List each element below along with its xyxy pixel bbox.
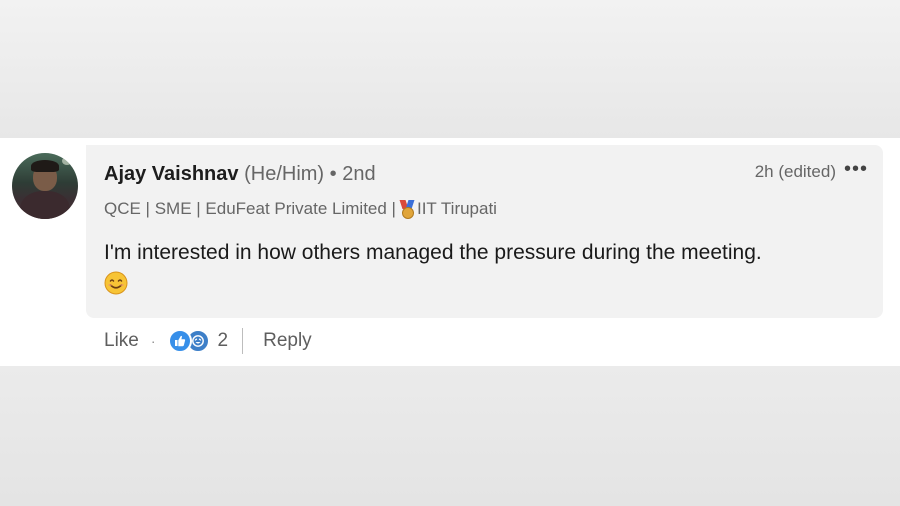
reaction-count: 2 <box>217 330 229 351</box>
author-line: Ajay Vaishnav (He/Him) • 2nd <box>104 163 376 186</box>
avatar-background-light <box>62 157 72 165</box>
more-options-icon[interactable]: ••• <box>844 159 868 179</box>
reactions-summary[interactable]: 2 <box>167 329 229 353</box>
background-bottom <box>0 366 900 506</box>
comment-timestamp: 2h (edited) <box>754 162 836 181</box>
connection-degree: • 2nd <box>329 163 376 185</box>
smiling-face-icon <box>104 271 128 295</box>
headline-text: QCE | SME | EduFeat Private Limited | <box>104 199 396 218</box>
avatar-body <box>20 191 70 219</box>
like-reaction-icon <box>167 329 192 353</box>
background-top <box>0 0 900 138</box>
like-button[interactable]: Like <box>104 330 139 352</box>
action-separator: · <box>150 333 156 349</box>
author-avatar[interactable] <box>12 153 78 219</box>
comment-text: I'm interested in how others managed the… <box>104 241 762 264</box>
comment-actions: Like · 2 Reply <box>104 328 312 354</box>
headline-institution: IIT Tirupati <box>416 199 497 218</box>
medal-icon <box>399 200 415 219</box>
author-pronouns: (He/Him) <box>244 163 325 185</box>
author-name[interactable]: Ajay Vaishnav <box>104 163 239 185</box>
action-divider <box>242 328 244 354</box>
reply-button[interactable]: Reply <box>263 330 312 352</box>
author-headline: QCE | SME | EduFeat Private Limited | II… <box>104 199 497 219</box>
comment-body: I'm interested in how others managed the… <box>104 237 864 295</box>
comment-meta: 2h (edited) ••• <box>754 159 868 182</box>
avatar-hair <box>31 160 59 172</box>
